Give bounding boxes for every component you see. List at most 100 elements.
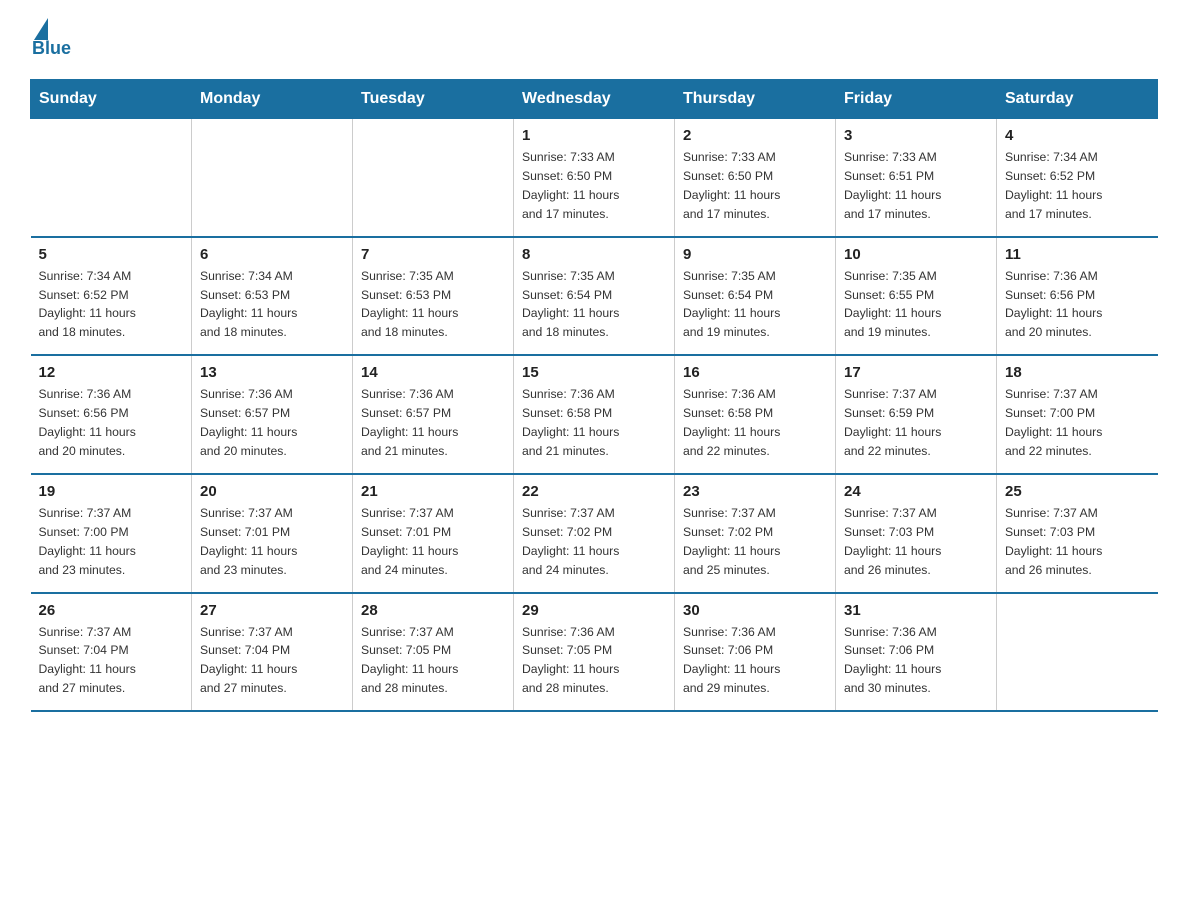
day-info: Sunrise: 7:37 AMSunset: 7:00 PMDaylight:…	[1005, 385, 1150, 461]
day-info: Sunrise: 7:36 AMSunset: 6:56 PMDaylight:…	[1005, 267, 1150, 343]
day-info: Sunrise: 7:36 AMSunset: 7:05 PMDaylight:…	[522, 623, 666, 699]
calendar-cell: 21 Sunrise: 7:37 AMSunset: 7:01 PMDayligh…	[353, 474, 514, 593]
day-number: 27	[200, 602, 344, 619]
day-number: 2	[683, 127, 827, 144]
day-info: Sunrise: 7:36 AMSunset: 6:58 PMDaylight:…	[683, 385, 827, 461]
day-info: Sunrise: 7:37 AMSunset: 7:04 PMDaylight:…	[200, 623, 344, 699]
day-info: Sunrise: 7:37 AMSunset: 7:04 PMDaylight:…	[39, 623, 184, 699]
calendar-cell: 25 Sunrise: 7:37 AMSunset: 7:03 PMDayligh…	[997, 474, 1158, 593]
calendar-cell: 3 Sunrise: 7:33 AMSunset: 6:51 PMDaylight…	[836, 119, 997, 237]
day-of-week-header: Monday	[192, 80, 353, 119]
day-info: Sunrise: 7:35 AMSunset: 6:54 PMDaylight:…	[683, 267, 827, 343]
day-of-week-header: Sunday	[31, 80, 192, 119]
day-number: 12	[39, 364, 184, 381]
day-info: Sunrise: 7:37 AMSunset: 7:01 PMDaylight:…	[200, 504, 344, 580]
day-number: 4	[1005, 127, 1150, 144]
calendar-cell: 12Sunrise: 7:36 AMSunset: 6:56 PMDayligh…	[31, 355, 192, 474]
day-number: 7	[361, 246, 505, 263]
day-number: 19	[39, 483, 184, 500]
calendar-cell: 17 Sunrise: 7:37 AMSunset: 6:59 PMDayligh…	[836, 355, 997, 474]
day-of-week-header: Saturday	[997, 80, 1158, 119]
calendar-cell: 28 Sunrise: 7:37 AMSunset: 7:05 PMDayligh…	[353, 593, 514, 712]
calendar-cell: 27 Sunrise: 7:37 AMSunset: 7:04 PMDayligh…	[192, 593, 353, 712]
calendar-cell: 22 Sunrise: 7:37 AMSunset: 7:02 PMDayligh…	[514, 474, 675, 593]
calendar-cell: 4 Sunrise: 7:34 AMSunset: 6:52 PMDaylight…	[997, 119, 1158, 237]
day-info: Sunrise: 7:33 AMSunset: 6:50 PMDaylight:…	[683, 148, 827, 224]
day-number: 21	[361, 483, 505, 500]
day-info: Sunrise: 7:37 AMSunset: 7:02 PMDaylight:…	[522, 504, 666, 580]
calendar-cell: 2 Sunrise: 7:33 AMSunset: 6:50 PMDaylight…	[675, 119, 836, 237]
calendar-cell: 15 Sunrise: 7:36 AMSunset: 6:58 PMDayligh…	[514, 355, 675, 474]
logo-tagline: Blue	[32, 38, 71, 59]
day-number: 14	[361, 364, 505, 381]
day-info: Sunrise: 7:37 AMSunset: 7:03 PMDaylight:…	[844, 504, 988, 580]
day-info: Sunrise: 7:34 AMSunset: 6:52 PMDaylight:…	[39, 267, 184, 343]
calendar-cell: 1 Sunrise: 7:33 AMSunset: 6:50 PMDaylight…	[514, 119, 675, 237]
calendar-cell: 26 Sunrise: 7:37 AMSunset: 7:04 PMDayligh…	[31, 593, 192, 712]
day-number: 28	[361, 602, 505, 619]
day-info: Sunrise: 7:36 AMSunset: 6:58 PMDaylight:…	[522, 385, 666, 461]
day-number: 26	[39, 602, 184, 619]
calendar-cell: 29 Sunrise: 7:36 AMSunset: 7:05 PMDayligh…	[514, 593, 675, 712]
day-info: Sunrise: 7:37 AMSunset: 7:02 PMDaylight:…	[683, 504, 827, 580]
calendar-cell	[997, 593, 1158, 712]
day-number: 22	[522, 483, 666, 500]
day-info: Sunrise: 7:33 AMSunset: 6:51 PMDaylight:…	[844, 148, 988, 224]
day-number: 30	[683, 602, 827, 619]
day-number: 25	[1005, 483, 1150, 500]
calendar-week-row: 19 Sunrise: 7:37 AMSunset: 7:00 PMDayligh…	[31, 474, 1158, 593]
day-number: 9	[683, 246, 827, 263]
day-info: Sunrise: 7:37 AMSunset: 7:00 PMDaylight:…	[39, 504, 184, 580]
day-info: Sunrise: 7:34 AMSunset: 6:53 PMDaylight:…	[200, 267, 344, 343]
logo: Blue	[30, 20, 71, 59]
day-of-week-header: Friday	[836, 80, 997, 119]
day-number: 15	[522, 364, 666, 381]
day-info: Sunrise: 7:37 AMSunset: 7:05 PMDaylight:…	[361, 623, 505, 699]
day-info: Sunrise: 7:37 AMSunset: 6:59 PMDaylight:…	[844, 385, 988, 461]
day-number: 1	[522, 127, 666, 144]
day-info: Sunrise: 7:35 AMSunset: 6:53 PMDaylight:…	[361, 267, 505, 343]
calendar-cell: 11 Sunrise: 7:36 AMSunset: 6:56 PMDayligh…	[997, 237, 1158, 356]
calendar-week-row: 1 Sunrise: 7:33 AMSunset: 6:50 PMDaylight…	[31, 119, 1158, 237]
calendar-cell: 31 Sunrise: 7:36 AMSunset: 7:06 PMDayligh…	[836, 593, 997, 712]
day-info: Sunrise: 7:36 AMSunset: 6:57 PMDaylight:…	[361, 385, 505, 461]
day-info: Sunrise: 7:34 AMSunset: 6:52 PMDaylight:…	[1005, 148, 1150, 224]
days-of-week-row: SundayMondayTuesdayWednesdayThursdayFrid…	[31, 80, 1158, 119]
day-number: 11	[1005, 246, 1150, 263]
day-number: 20	[200, 483, 344, 500]
calendar-cell	[353, 119, 514, 237]
calendar-cell: 10Sunrise: 7:35 AMSunset: 6:55 PMDayligh…	[836, 237, 997, 356]
day-number: 17	[844, 364, 988, 381]
day-info: Sunrise: 7:36 AMSunset: 7:06 PMDaylight:…	[844, 623, 988, 699]
calendar-cell: 18 Sunrise: 7:37 AMSunset: 7:00 PMDayligh…	[997, 355, 1158, 474]
day-number: 10	[844, 246, 988, 263]
day-number: 29	[522, 602, 666, 619]
page-header: Blue	[30, 20, 1158, 59]
day-number: 31	[844, 602, 988, 619]
calendar-cell: 14 Sunrise: 7:36 AMSunset: 6:57 PMDayligh…	[353, 355, 514, 474]
day-info: Sunrise: 7:36 AMSunset: 7:06 PMDaylight:…	[683, 623, 827, 699]
calendar-week-row: 12Sunrise: 7:36 AMSunset: 6:56 PMDayligh…	[31, 355, 1158, 474]
day-number: 6	[200, 246, 344, 263]
day-number: 24	[844, 483, 988, 500]
day-info: Sunrise: 7:33 AMSunset: 6:50 PMDaylight:…	[522, 148, 666, 224]
day-number: 18	[1005, 364, 1150, 381]
calendar-cell: 6 Sunrise: 7:34 AMSunset: 6:53 PMDaylight…	[192, 237, 353, 356]
day-number: 16	[683, 364, 827, 381]
day-number: 23	[683, 483, 827, 500]
calendar-cell	[31, 119, 192, 237]
day-number: 3	[844, 127, 988, 144]
calendar-body: 1 Sunrise: 7:33 AMSunset: 6:50 PMDaylight…	[31, 119, 1158, 712]
calendar-cell: 19 Sunrise: 7:37 AMSunset: 7:00 PMDayligh…	[31, 474, 192, 593]
calendar-cell	[192, 119, 353, 237]
calendar-cell: 20 Sunrise: 7:37 AMSunset: 7:01 PMDayligh…	[192, 474, 353, 593]
day-info: Sunrise: 7:37 AMSunset: 7:03 PMDaylight:…	[1005, 504, 1150, 580]
day-info: Sunrise: 7:37 AMSunset: 7:01 PMDaylight:…	[361, 504, 505, 580]
calendar-cell: 7 Sunrise: 7:35 AMSunset: 6:53 PMDaylight…	[353, 237, 514, 356]
day-of-week-header: Tuesday	[353, 80, 514, 119]
day-of-week-header: Thursday	[675, 80, 836, 119]
calendar-cell: 13Sunrise: 7:36 AMSunset: 6:57 PMDayligh…	[192, 355, 353, 474]
calendar-cell: 23 Sunrise: 7:37 AMSunset: 7:02 PMDayligh…	[675, 474, 836, 593]
day-of-week-header: Wednesday	[514, 80, 675, 119]
day-number: 5	[39, 246, 184, 263]
